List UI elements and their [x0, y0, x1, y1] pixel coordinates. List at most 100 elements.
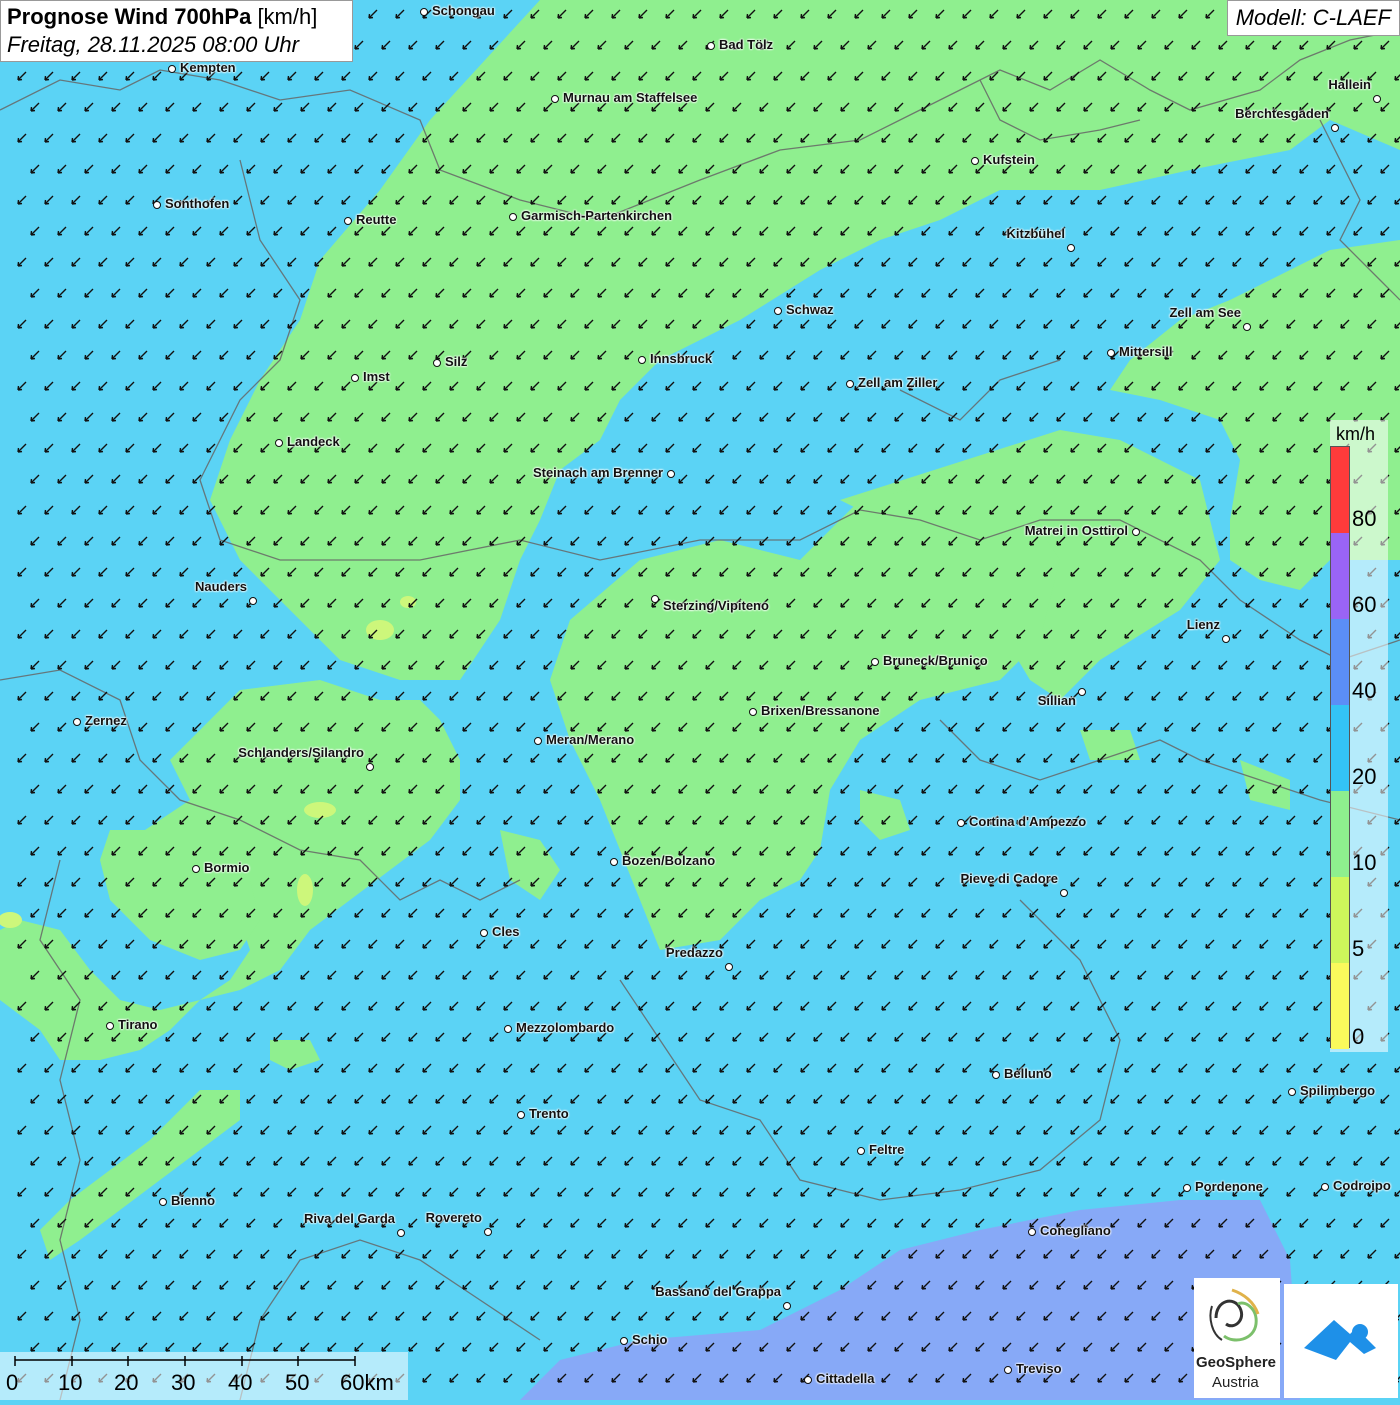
city-marker [168, 65, 176, 73]
city-marker [484, 1228, 492, 1236]
city-marker [846, 380, 854, 388]
city-marker [153, 201, 161, 209]
city-marker [420, 8, 428, 16]
city-label: Cortina d'Ampezzo [969, 814, 1087, 829]
city-marker [249, 597, 257, 605]
city-marker [159, 1198, 167, 1206]
scale-label: 0 [6, 1370, 19, 1395]
city-label: Mezzolombardo [516, 1020, 615, 1035]
city-marker [351, 374, 359, 382]
legend-label: 5 [1352, 936, 1365, 961]
city-label: Kufstein [983, 152, 1035, 167]
city-marker [551, 95, 559, 103]
app-logo [1284, 1284, 1398, 1398]
city-label: Bozen/Bolzano [622, 853, 716, 868]
city-marker [857, 1147, 865, 1155]
city-label: Hallein [1328, 77, 1371, 92]
city-marker [804, 1376, 812, 1384]
city-marker [366, 763, 374, 771]
city-label: Zell am Ziller [858, 375, 938, 390]
legend-color-segment [1331, 877, 1349, 963]
city-label: Bormio [204, 860, 250, 875]
city-marker [957, 819, 965, 827]
legend-color-segment [1331, 447, 1349, 533]
city-label: Schwaz [786, 302, 834, 317]
legend-unit: km/h [1336, 424, 1376, 444]
city-marker [1331, 124, 1339, 132]
city-marker [992, 1071, 1000, 1079]
city-label: Silz [445, 354, 468, 369]
title-main: Prognose Wind 700hPa [7, 4, 252, 29]
forecast-date: Freitag, 28.11.2025 08:00 Uhr [7, 32, 299, 57]
city-label: Schlanders/Silandro [238, 745, 364, 760]
city-marker [971, 157, 979, 165]
map-title: Prognose Wind 700hPa [km/h] [7, 4, 346, 30]
title-unit: [km/h] [257, 4, 318, 29]
city-label: Pordenone [1195, 1179, 1263, 1194]
city-marker [638, 356, 646, 364]
model-label: Modell: C-LAEF [1226, 0, 1400, 36]
city-label: Sonthofen [165, 196, 230, 211]
city-label: Reutte [356, 212, 397, 227]
city-label: Feltre [869, 1142, 905, 1157]
city-marker [534, 737, 542, 745]
legend-color-segment [1331, 619, 1349, 705]
city-label: Rovereto [425, 1210, 482, 1225]
geosphere-logo-text: GeoSphere [1196, 1354, 1277, 1371]
scale-label: 60km [340, 1370, 394, 1395]
city-marker [509, 213, 517, 221]
city-label: Tirano [118, 1017, 158, 1032]
city-label: Sillian [1037, 693, 1076, 708]
scale-label: 10 [58, 1370, 83, 1395]
city-marker [73, 718, 81, 726]
city-marker [725, 963, 733, 971]
city-label: Landeck [287, 434, 340, 449]
city-label: Cles [492, 924, 520, 939]
city-label: Kitzbühel [1006, 226, 1066, 241]
city-marker [480, 929, 488, 937]
city-label: Matrei in Osttirol [1024, 523, 1128, 538]
city-label: Nauders [194, 579, 247, 594]
city-label: Trento [529, 1106, 569, 1121]
geosphere-emblem-icon [1209, 1288, 1260, 1342]
city-label: Innsbruck [650, 351, 713, 366]
scale-label: 50 [285, 1370, 310, 1395]
city-label: Pieve di Cadore [960, 871, 1058, 886]
city-marker [1078, 688, 1086, 696]
city-marker [275, 439, 283, 447]
city-label: Garmisch-Partenkirchen [521, 208, 673, 223]
scale-label: 30 [171, 1370, 196, 1395]
city-label: Conegliano [1040, 1223, 1111, 1238]
city-marker [1107, 349, 1115, 357]
legend-color-segment [1331, 791, 1349, 877]
city-label: Belluno [1004, 1066, 1052, 1081]
legend-label: 0 [1352, 1024, 1365, 1049]
city-label: Schio [632, 1332, 668, 1347]
city-marker [1067, 244, 1075, 252]
legend-colorbar [1330, 446, 1350, 1049]
city-marker [344, 217, 352, 225]
city-marker [504, 1025, 512, 1033]
city-label: Imst [363, 369, 390, 384]
city-marker [1222, 635, 1230, 643]
map-title-box: Prognose Wind 700hPa [km/h] Freitag, 28.… [0, 0, 353, 62]
city-marker [1004, 1366, 1012, 1374]
city-marker [620, 1337, 628, 1345]
scale-label: 20 [114, 1370, 139, 1395]
city-marker [1288, 1088, 1296, 1096]
city-marker [1183, 1184, 1191, 1192]
city-label: Spilimbergo [1300, 1083, 1376, 1098]
legend-label: 20 [1352, 764, 1377, 789]
city-label: Cittadella [816, 1371, 875, 1386]
city-label: Murnau am Staffelsee [563, 90, 698, 105]
city-marker [871, 658, 879, 666]
city-label: Bad Tölz [719, 37, 774, 52]
city-label: Lienz [1186, 617, 1220, 632]
city-label: Bassano del Grappa [655, 1284, 781, 1299]
city-label: Berchtesgaden [1235, 106, 1329, 121]
city-marker [651, 595, 659, 603]
city-marker [1060, 889, 1068, 897]
legend-label: 80 [1352, 506, 1377, 531]
legend-label: 10 [1352, 850, 1377, 875]
city-label: Kempten [180, 60, 236, 75]
